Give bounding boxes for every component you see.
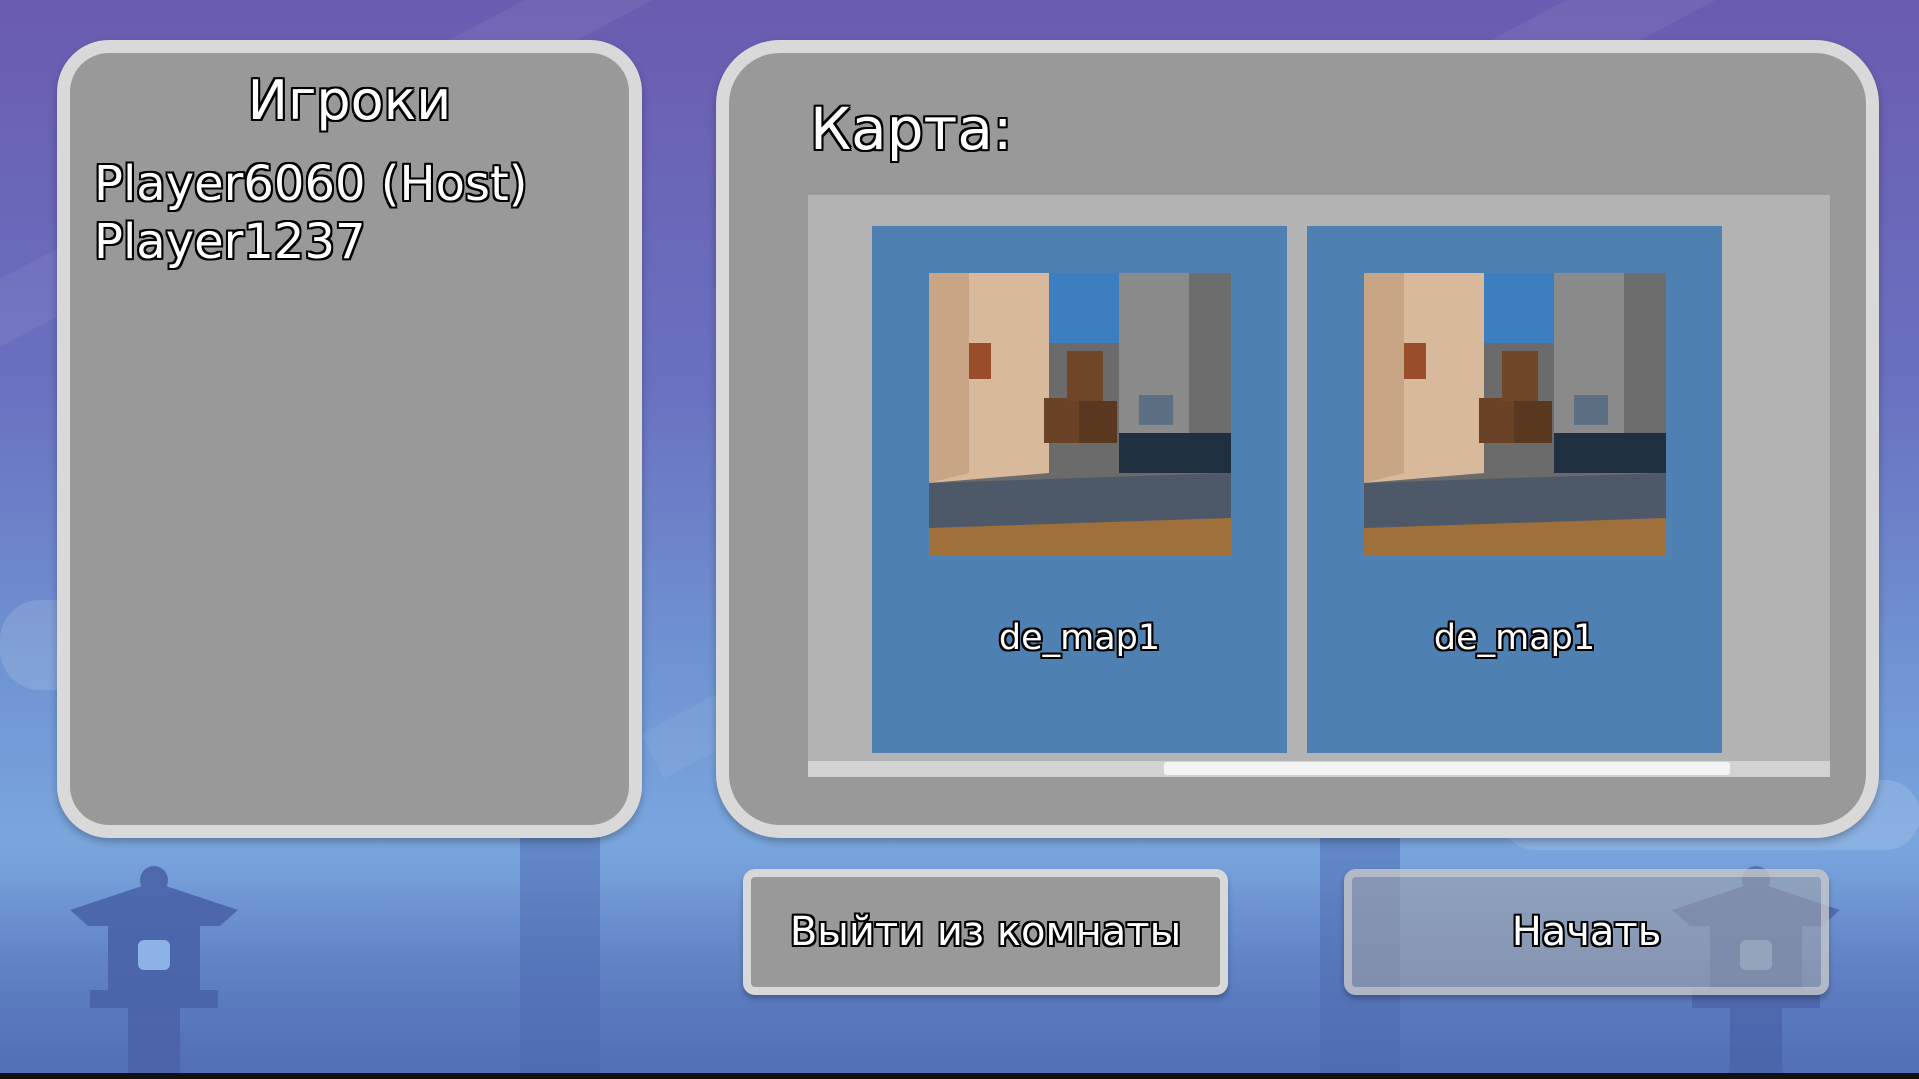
map-panel: Карта: de_map1 de_map1: [716, 40, 1879, 838]
bottom-bar: [0, 1073, 1919, 1079]
map-preview-image: [1364, 273, 1666, 555]
leave-room-label: Выйти из комнаты: [789, 909, 1182, 955]
start-button[interactable]: Начать: [1344, 869, 1829, 995]
map-preview-image: [929, 273, 1231, 555]
player-name: Player1237: [94, 214, 366, 270]
map-name: de_map1: [998, 618, 1161, 658]
map-card[interactable]: de_map1: [872, 226, 1287, 753]
lantern-icon: [70, 866, 238, 1079]
map-name: de_map1: [1433, 618, 1596, 658]
map-card[interactable]: de_map1: [1307, 226, 1722, 753]
players-panel: Игроки Player6060 (Host) Player1237: [57, 40, 642, 838]
horizontal-scrollbar[interactable]: [808, 761, 1830, 777]
map-scroll-area[interactable]: de_map1 de_map1: [808, 195, 1830, 777]
leave-room-button[interactable]: Выйти из комнаты: [743, 869, 1228, 995]
player-list: Player6060 (Host) Player1237: [94, 155, 528, 271]
player-name: Player6060 (Host): [94, 156, 528, 212]
map-title: Карта:: [810, 95, 1013, 163]
scrollbar-thumb[interactable]: [1164, 762, 1730, 775]
start-label: Начать: [1511, 909, 1662, 955]
players-title: Игроки: [247, 69, 452, 132]
